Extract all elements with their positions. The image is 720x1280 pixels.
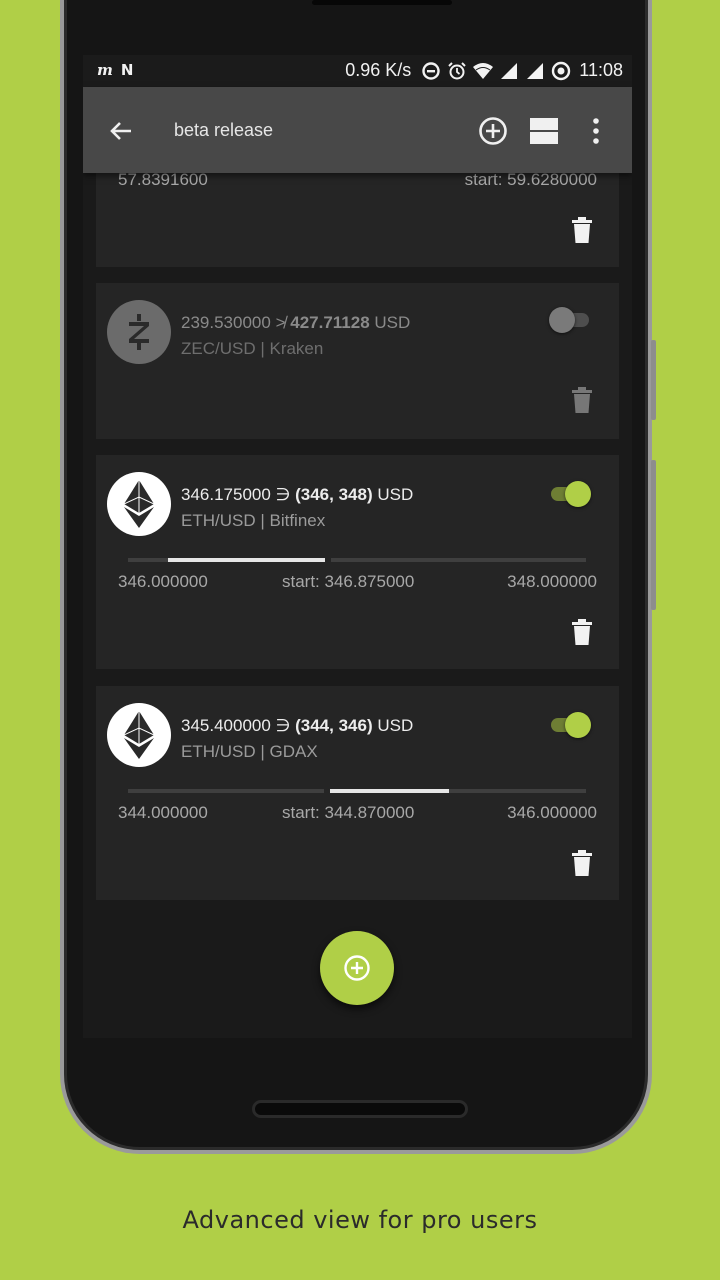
range-min-label: 344.000000: [118, 803, 208, 822]
range-min-label: 346.000000: [118, 572, 208, 591]
alert-card[interactable]: 345.400000 ∋ (344, 346) USD ETH/USD | GD…: [96, 686, 619, 900]
signal-icon: [501, 62, 518, 79]
network-speed: 0.96 K/s: [345, 60, 412, 80]
target-value: (346, 348): [295, 485, 373, 504]
phone-side-button: [651, 460, 656, 610]
current-price: 345.400000: [181, 716, 271, 735]
status-bar: m N 0.96 K/s 11:08: [83, 55, 632, 87]
condition-operator: ∋: [275, 485, 291, 504]
ethereum-icon: [107, 703, 171, 767]
currency: USD: [374, 313, 411, 332]
promo-caption: Advanced view for pro users: [182, 1206, 538, 1234]
delete-icon[interactable]: [571, 387, 593, 413]
range-start-label: start: 59.6280000: [464, 170, 597, 189]
phone-side-button: [651, 340, 656, 420]
view-stream-icon[interactable]: [528, 115, 560, 147]
phone-speaker-top: [312, 0, 452, 5]
app-screen: m N 0.96 K/s 11:08 beta release 57.83916…: [83, 55, 632, 1038]
alert-condition: 346.175000 ∋ (346, 348) USD: [181, 485, 413, 505]
alert-toggle[interactable]: [549, 710, 593, 740]
range-min-label: 57.8391600: [118, 170, 208, 189]
alert-condition: 345.400000 ∋ (344, 346) USD: [181, 716, 413, 736]
range-progress: [168, 558, 329, 562]
toggle-knob: [565, 712, 591, 738]
alert-card[interactable]: 346.175000 ∋ (346, 348) USD ETH/USD | Bi…: [96, 455, 619, 669]
wifi-icon: [473, 62, 494, 79]
condition-operator: ≯: [275, 313, 286, 332]
alert-card[interactable]: 239.530000 ≯ 427.71128 USD ZEC/USD | Kra…: [96, 283, 619, 439]
range-progress: [327, 789, 449, 793]
exchange-pair: ETH/USD | Bitfinex: [181, 511, 326, 530]
add-circle-icon: [344, 955, 370, 981]
exchange-pair: ETH/USD | GDAX: [181, 742, 318, 761]
add-circle-icon[interactable]: [477, 115, 509, 147]
page-title[interactable]: beta release: [174, 120, 273, 141]
range-start-marker: [324, 789, 331, 793]
target-value: (344, 346): [295, 716, 373, 735]
range-bar: [128, 789, 586, 793]
range-start-marker: [325, 558, 332, 562]
currency: USD: [377, 485, 414, 504]
alert-toggle[interactable]: [549, 305, 593, 335]
exchange-pair: ZEC/USD | Kraken: [181, 339, 324, 358]
notification-m-icon: m: [97, 61, 113, 79]
sync-icon: [552, 61, 571, 80]
zcash-icon: [107, 300, 171, 364]
delete-icon[interactable]: [571, 850, 593, 876]
ethereum-icon: [107, 472, 171, 536]
range-start-label: start: 346.875000: [282, 572, 415, 591]
condition-operator: ∋: [275, 716, 291, 735]
notification-n-icon: N: [120, 61, 134, 79]
phone-speaker-bottom: [252, 1100, 468, 1118]
current-price: 239.530000: [181, 313, 271, 332]
alarm-icon: [448, 61, 466, 79]
range-bar: [128, 558, 586, 562]
alert-condition: 239.530000 ≯ 427.71128 USD: [181, 313, 410, 333]
target-value: 427.71128: [290, 313, 370, 332]
signal-icon-2: [527, 62, 544, 79]
current-price: 346.175000: [181, 485, 271, 504]
currency: USD: [377, 716, 414, 735]
range-max-label: 346.000000: [507, 803, 597, 822]
range-start-label: start: 344.870000: [282, 803, 415, 822]
data-saver-icon: [422, 61, 440, 80]
clock: 11:08: [579, 60, 623, 80]
delete-icon[interactable]: [571, 619, 593, 645]
add-alert-button[interactable]: [320, 931, 394, 1005]
alert-toggle[interactable]: [549, 479, 593, 509]
range-max-label: 348.000000: [507, 572, 597, 591]
toggle-knob: [549, 307, 575, 333]
more-vert-icon[interactable]: [580, 115, 612, 147]
app-bar: beta release: [83, 87, 632, 173]
back-arrow-icon[interactable]: [107, 117, 135, 145]
toggle-knob: [565, 481, 591, 507]
delete-icon[interactable]: [571, 217, 593, 243]
